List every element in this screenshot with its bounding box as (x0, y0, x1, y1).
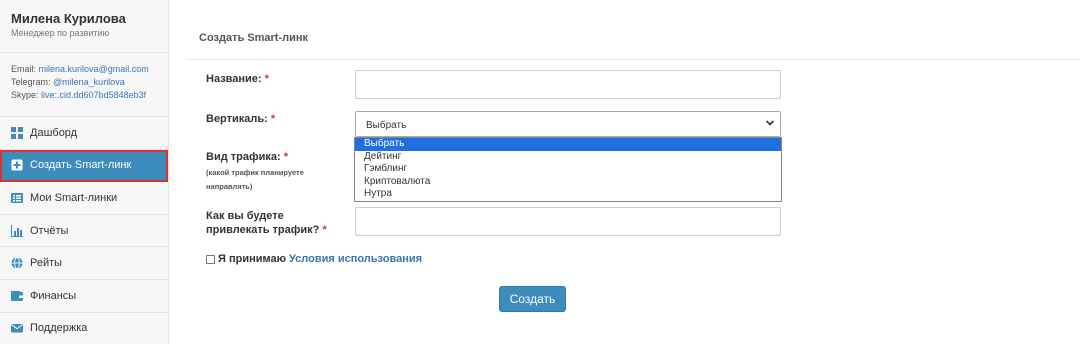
sidebar-item-reports[interactable]: Отчёты (0, 215, 168, 248)
plus-square-icon (11, 159, 23, 171)
globe-icon (11, 257, 23, 270)
title-divider (187, 59, 1080, 60)
sidebar-item-finance[interactable]: Финансы (0, 280, 168, 313)
envelope-icon (11, 322, 23, 334)
sidebar-item-rates[interactable]: Рейты (0, 247, 168, 280)
bar-chart-icon (11, 224, 23, 237)
sidebar-item-label: Дашборд (30, 126, 78, 139)
create-button[interactable]: Создать (499, 286, 566, 312)
list-icon (11, 192, 23, 204)
dropdown-option[interactable]: Выбрать (355, 138, 781, 151)
contacts-block: Email: milena.kurilova@gmail.com Telegra… (0, 52, 168, 116)
skype-link[interactable]: live:.cid.dd607bd5848eb3f (41, 90, 146, 100)
terms-link[interactable]: Условия использования (289, 253, 422, 265)
wallet-icon (11, 290, 23, 302)
attract-label: Как вы будете привлекать трафик? * (206, 210, 327, 236)
attract-traffic-input[interactable] (355, 207, 781, 236)
vertical-select-value: Выбрать (366, 120, 407, 131)
main-content: Создать Smart-линк Название: * Вертикаль… (169, 0, 1080, 344)
name-input[interactable] (355, 70, 781, 99)
sidebar-item-label: Мои Smart-линки (30, 191, 118, 204)
sidebar-nav: Дашборд Создать Smart-линк Мои Smart-лин… (0, 116, 168, 344)
dropdown-option[interactable]: Нутра (355, 188, 781, 201)
contact-email: Email: milena.kurilova@gmail.com (11, 64, 149, 74)
contact-telegram: Telegram: @milena_kurilova (11, 77, 125, 87)
terms-row: Я принимаю Условия использования (206, 253, 422, 265)
traffic-hint: (какой трафик планируете направлять) (206, 168, 304, 191)
dashboard-icon (11, 126, 23, 139)
sidebar-item-dashboard[interactable]: Дашборд (0, 117, 168, 150)
sidebar-item-label: Отчёты (30, 224, 69, 237)
sidebar-item-label: Поддержка (30, 322, 88, 335)
email-link[interactable]: milena.kurilova@gmail.com (39, 64, 149, 74)
telegram-link[interactable]: @milena_kurilova (53, 77, 125, 87)
vertical-dropdown-list: Выбрать Дейтинг Гэмблинг Криптовалюта Ну… (354, 137, 782, 202)
sidebar-item-label: Рейты (30, 257, 63, 270)
terms-checkbox[interactable] (206, 254, 215, 264)
sidebar-item-my-smartlinks[interactable]: Мои Smart-линки (0, 182, 168, 215)
chevron-down-icon (765, 118, 775, 128)
sidebar: Милена Курилова Менеджер по развитию Ema… (0, 0, 169, 344)
sidebar-item-label: Создать Smart-линк (30, 159, 132, 172)
profile-name: Милена Курилова (11, 11, 126, 26)
sidebar-item-create-smartlink[interactable]: Создать Smart-линк (0, 149, 168, 183)
required-mark: * (264, 73, 269, 85)
vertical-label: Вертикаль: * (206, 113, 276, 125)
traffic-label: Вид трафика: * (206, 151, 288, 163)
required-mark: * (283, 151, 288, 163)
dropdown-option[interactable]: Дейтинг (355, 151, 781, 164)
sidebar-item-support[interactable]: Поддержка (0, 313, 168, 344)
profile-block: Милена Курилова Менеджер по развитию (0, 0, 168, 52)
name-label: Название: * (206, 73, 269, 85)
required-mark: * (322, 224, 327, 236)
required-mark: * (270, 113, 276, 125)
vertical-select[interactable]: Выбрать (355, 111, 781, 137)
sidebar-item-label: Финансы (30, 289, 77, 302)
terms-text: Я принимаю (218, 253, 286, 265)
profile-role: Менеджер по развитию (11, 28, 110, 38)
page-title: Создать Smart-линк (199, 32, 309, 44)
dropdown-option[interactable]: Гэмблинг (355, 163, 781, 176)
contact-skype: Skype: live:.cid.dd607bd5848eb3f (11, 90, 147, 100)
dropdown-option[interactable]: Криптовалюта (355, 176, 781, 189)
